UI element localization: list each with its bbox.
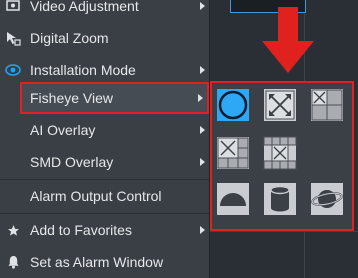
- star-icon: [5, 222, 21, 238]
- sphere-option[interactable]: [309, 181, 345, 217]
- menu-item-ai-overlay[interactable]: AI Overlay: [0, 114, 209, 146]
- cylinder-icon: [264, 183, 296, 215]
- 1p6-layout-icon: [217, 137, 249, 169]
- cylinder-option[interactable]: [262, 181, 298, 217]
- submenu-arrow-icon: [198, 94, 203, 102]
- menu-item-alarm-output-control[interactable]: Alarm Output Control: [0, 180, 209, 212]
- menu-item-label: Video Adjustment: [30, 0, 139, 14]
- semisphere-option[interactable]: [215, 181, 251, 217]
- fisheye-original-option[interactable]: [215, 87, 251, 123]
- 1p8-layout-option[interactable]: [262, 135, 298, 171]
- 1p3-layout-icon: [311, 89, 343, 121]
- menu-item-fisheye-view[interactable]: Fisheye View: [20, 82, 209, 114]
- screen: Video Adjustment Digital Zoom Installati…: [0, 0, 358, 278]
- video-adjust-icon: [5, 0, 21, 14]
- menu-item-add-to-favorites[interactable]: Add to Favorites: [0, 214, 209, 246]
- context-menu: Video Adjustment Digital Zoom Installati…: [0, 0, 210, 278]
- menu-item-label: SMD Overlay: [30, 154, 114, 170]
- menu-item-label: Alarm Output Control: [30, 188, 162, 204]
- menu-item-label: Fisheye View: [30, 90, 114, 106]
- fisheye-original-icon: [217, 89, 249, 121]
- submenu-arrow-icon: [200, 126, 205, 134]
- 1p8-layout-icon: [263, 136, 297, 170]
- panorama-expand-icon: [264, 89, 296, 121]
- semisphere-icon: [217, 183, 249, 215]
- submenu-arrow-icon: [200, 2, 205, 10]
- 1p6-layout-option[interactable]: [215, 135, 251, 171]
- digital-zoom-icon: [5, 30, 21, 46]
- submenu-arrow-icon: [200, 66, 205, 74]
- down-arrow-annotation-icon: [262, 7, 314, 73]
- grid-divider: [209, 231, 358, 232]
- sphere-icon: [311, 183, 343, 215]
- menu-item-label: Installation Mode: [30, 62, 136, 78]
- panorama-expand-option[interactable]: [262, 87, 298, 123]
- menu-item-label: Digital Zoom: [30, 30, 109, 46]
- menu-item-video-adjustment[interactable]: Video Adjustment: [0, 0, 209, 22]
- menu-item-label: AI Overlay: [30, 122, 96, 138]
- menu-item-label: Add to Favorites: [30, 222, 132, 238]
- menu-item-digital-zoom[interactable]: Digital Zoom: [0, 22, 209, 54]
- 1p3-layout-option[interactable]: [309, 87, 345, 123]
- fisheye-view-submenu: [210, 81, 354, 231]
- submenu-arrow-icon: [200, 226, 205, 234]
- submenu-arrow-icon: [200, 158, 205, 166]
- menu-item-set-as-alarm-window[interactable]: Set as Alarm Window: [0, 246, 209, 278]
- menu-item-label: Set as Alarm Window: [30, 254, 164, 270]
- bell-icon: [5, 254, 21, 270]
- menu-item-smd-overlay[interactable]: SMD Overlay: [0, 146, 209, 178]
- installation-mode-icon: [5, 62, 21, 78]
